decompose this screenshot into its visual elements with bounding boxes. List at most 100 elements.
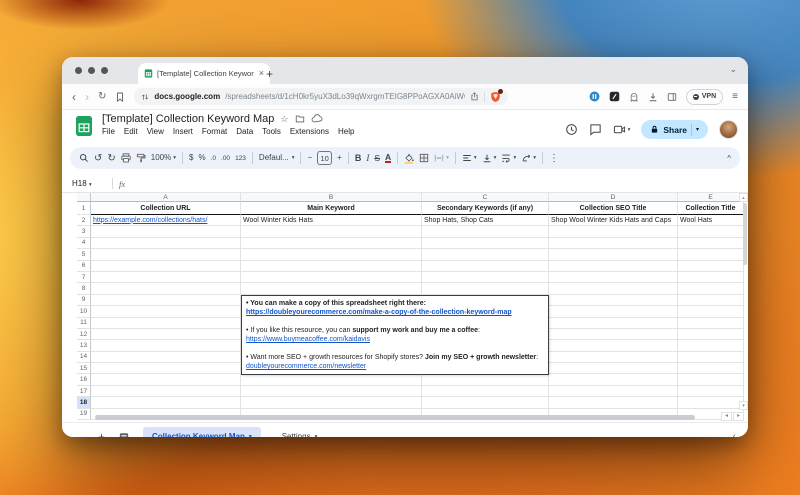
- cell-D11[interactable]: [549, 318, 678, 329]
- site-settings-icon[interactable]: [141, 93, 149, 101]
- cell-A17[interactable]: [91, 386, 241, 397]
- cell-B2[interactable]: Wool Winter Kids Hats: [241, 215, 422, 226]
- row-header-15[interactable]: 15: [77, 363, 91, 374]
- cell-E5[interactable]: [678, 249, 744, 260]
- cell-C8[interactable]: [422, 283, 549, 294]
- row-header-14[interactable]: 14: [77, 352, 91, 363]
- new-tab-button[interactable]: +: [266, 68, 273, 80]
- paint-format-icon[interactable]: [136, 153, 146, 163]
- scroll-right-button[interactable]: ▸: [733, 412, 744, 421]
- fill-color-icon[interactable]: [404, 153, 414, 164]
- horizontal-scrollbar[interactable]: [95, 415, 695, 420]
- menu-data[interactable]: Data: [236, 127, 253, 136]
- more-toolbar-icon[interactable]: ⋮: [549, 153, 559, 164]
- menu-view[interactable]: View: [147, 127, 164, 136]
- minimize-window-button[interactable]: [88, 67, 95, 74]
- cell-E14[interactable]: [678, 352, 744, 363]
- cell-B5[interactable]: [241, 249, 422, 260]
- decrease-decimal-button[interactable]: .0: [211, 155, 216, 162]
- cell-C2[interactable]: Shop Hats, Shop Cats: [422, 215, 549, 226]
- cell-E3[interactable]: [678, 226, 744, 237]
- cell-C6[interactable]: [422, 261, 549, 272]
- row-header-18[interactable]: 18: [77, 397, 91, 408]
- all-sheets-icon[interactable]: [119, 432, 129, 438]
- name-box[interactable]: H18 ▾: [72, 179, 106, 188]
- zoom-select[interactable]: 100%▾: [151, 153, 176, 163]
- row-header-13[interactable]: 13: [77, 340, 91, 351]
- star-icon[interactable]: ☆: [280, 115, 288, 124]
- cell-B16[interactable]: [241, 374, 422, 385]
- cell-A3[interactable]: [91, 226, 241, 237]
- font-size-input[interactable]: 10: [317, 151, 332, 165]
- vertical-align-button[interactable]: ▾: [482, 153, 497, 163]
- decrease-font-size-button[interactable]: −: [307, 153, 312, 163]
- increase-decimal-button[interactable]: .00: [221, 155, 230, 162]
- cell-D15[interactable]: [549, 363, 678, 374]
- cell-D6[interactable]: [549, 261, 678, 272]
- column-header-D[interactable]: D: [549, 193, 678, 202]
- scroll-left-button[interactable]: ◂: [721, 412, 732, 421]
- menu-file[interactable]: File: [102, 127, 115, 136]
- cell-E6[interactable]: [678, 261, 744, 272]
- cell-A18[interactable]: [91, 397, 241, 408]
- cell-C7[interactable]: [422, 272, 549, 283]
- cell-A14[interactable]: [91, 352, 241, 363]
- cell-A5[interactable]: [91, 249, 241, 260]
- sheets-logo-icon[interactable]: [74, 115, 94, 146]
- spreadsheet-grid[interactable]: ABCDE1Collection URLMain KeywordSecondar…: [62, 193, 748, 422]
- vpn-button[interactable]: VPN: [686, 89, 723, 105]
- cloud-status-icon[interactable]: [311, 114, 323, 124]
- back-button[interactable]: ‹: [72, 91, 76, 103]
- cell-E7[interactable]: [678, 272, 744, 283]
- search-icon[interactable]: [79, 153, 89, 163]
- reload-button[interactable]: ↻: [98, 91, 106, 103]
- cell-A4[interactable]: [91, 238, 241, 249]
- cell-D2[interactable]: Shop Wool Winter Kids Hats and Caps: [549, 215, 678, 226]
- italic-button[interactable]: I: [366, 153, 369, 163]
- cell-D8[interactable]: [549, 283, 678, 294]
- menu-edit[interactable]: Edit: [124, 127, 138, 136]
- cell-C1[interactable]: Secondary Keywords (if any): [422, 202, 549, 215]
- brave-shield-icon[interactable]: [490, 91, 501, 103]
- cell-E9[interactable]: [678, 295, 744, 306]
- merge-cells-button[interactable]: ▾: [434, 153, 449, 163]
- print-icon[interactable]: [121, 153, 131, 163]
- sheet-tab-menu-icon[interactable]: ▾: [315, 434, 318, 438]
- cell-A16[interactable]: [91, 374, 241, 385]
- tab-close-icon[interactable]: ×: [259, 69, 264, 78]
- cell-E1[interactable]: Collection Title: [678, 202, 744, 215]
- increase-font-size-button[interactable]: +: [337, 153, 342, 163]
- cell-D14[interactable]: [549, 352, 678, 363]
- close-window-button[interactable]: [75, 67, 82, 74]
- cell-D1[interactable]: Collection SEO Title: [549, 202, 678, 215]
- downloads-icon[interactable]: [648, 92, 658, 102]
- row-header-9[interactable]: 9: [77, 295, 91, 306]
- cell-C18[interactable]: [422, 397, 549, 408]
- text-wrap-button[interactable]: ▾: [501, 153, 516, 163]
- row-header-11[interactable]: 11: [77, 318, 91, 329]
- menu-insert[interactable]: Insert: [173, 127, 193, 136]
- cell-A6[interactable]: [91, 261, 241, 272]
- row-header-5[interactable]: 5: [77, 249, 91, 260]
- scroll-up-button[interactable]: ▴: [739, 193, 748, 202]
- strikethrough-button[interactable]: S: [374, 153, 380, 163]
- avatar[interactable]: [719, 120, 738, 139]
- note-link[interactable]: https://doubleyourecommerce.com/make-a-c…: [246, 309, 512, 316]
- share-page-icon[interactable]: [470, 92, 479, 101]
- row-header-10[interactable]: 10: [77, 306, 91, 317]
- column-header-C[interactable]: C: [422, 193, 549, 202]
- cell-C16[interactable]: [422, 374, 549, 385]
- sheetbar-scroll-icon[interactable]: ‹: [733, 431, 736, 437]
- cell-B8[interactable]: [241, 283, 422, 294]
- cell-A13[interactable]: [91, 340, 241, 351]
- horizontal-align-button[interactable]: ▾: [462, 153, 477, 163]
- cell-D13[interactable]: [549, 340, 678, 351]
- cell-C3[interactable]: [422, 226, 549, 237]
- cell-B18[interactable]: [241, 397, 422, 408]
- cell-D12[interactable]: [549, 329, 678, 340]
- sheet-tab-collection-keyword-map[interactable]: Collection Keyword Map▾: [143, 427, 261, 438]
- cell-E2[interactable]: Wool Hats: [678, 215, 744, 226]
- cell-D7[interactable]: [549, 272, 678, 283]
- cell-A11[interactable]: [91, 318, 241, 329]
- text-color-button[interactable]: A: [385, 153, 391, 163]
